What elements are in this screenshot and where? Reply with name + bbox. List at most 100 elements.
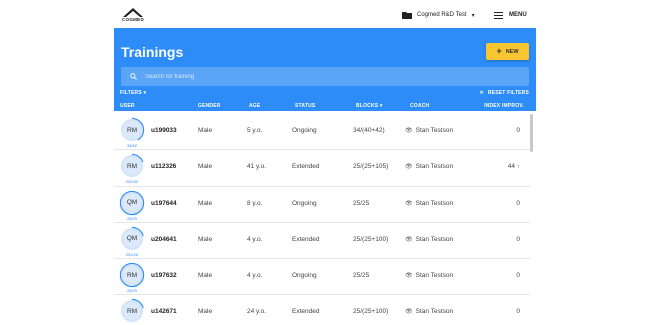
cogmed-logo[interactable]: COGMED <box>118 6 148 24</box>
folder-icon <box>402 11 412 19</box>
plus-icon: + <box>496 46 502 56</box>
gender-cell: Male <box>198 272 213 280</box>
index-improv-cell: 0 <box>516 127 520 134</box>
progress-text: 25/25 <box>126 215 137 221</box>
trainings-table: RM 34/82 u199033 Male 5 y.o. Ongoing 34/… <box>114 114 530 325</box>
gender-cell: Male <box>198 163 213 171</box>
progress-text: 34/82 <box>126 143 137 148</box>
menu-button[interactable]: MENU <box>494 9 527 21</box>
blocks-cell: 25/25 <box>353 272 370 280</box>
coach-name: Stan Testson <box>415 199 454 207</box>
age-cell: 4 y.o. <box>247 272 263 280</box>
avatar: RM <box>121 119 143 141</box>
search-icon <box>130 73 137 80</box>
age-cell: 5 y.o. <box>247 127 263 134</box>
age-cell: 4 y.o. <box>247 235 263 243</box>
reset-filters-label: RESET FILTERS <box>487 90 529 96</box>
eye-icon: 👁 <box>405 128 413 134</box>
eye-icon: 👁 <box>405 273 413 280</box>
column-header-index-improv[interactable]: INDEX IMPROV. <box>484 103 524 109</box>
caret-down-icon: ▾ <box>471 12 475 19</box>
logo-text: COGMED <box>121 17 145 22</box>
hamburger-icon <box>494 11 503 19</box>
status-cell: Extended <box>292 235 320 243</box>
eye-icon: 👁 <box>405 236 413 243</box>
search-input[interactable] <box>145 67 515 86</box>
eye-icon: 👁 <box>405 164 413 171</box>
table-row[interactable]: RM 25/130 u112326 Male 41 y.o. Extended … <box>114 150 530 187</box>
page-title: Trainings <box>121 44 184 60</box>
table-row[interactable]: QM 25/25 u197644 Male 8 y.o. Ongoing 25/… <box>114 187 530 223</box>
coach-cell: 👁 Stan Testson <box>405 163 453 170</box>
table-scrollbar[interactable] <box>530 114 533 152</box>
menu-label: MENU <box>509 12 527 18</box>
org-selector-label: Cogmed R&D Test <box>417 12 467 18</box>
org-selector[interactable]: Cogmed R&D Test ▾ <box>402 9 475 21</box>
table-row[interactable]: RM u142671 Male 24 y.o. Extended 25/(25+… <box>114 295 530 325</box>
progress-text: 25/130 <box>125 179 139 185</box>
column-header-coach[interactable]: COACH <box>410 103 429 109</box>
blocks-cell: 34/(40+42) <box>353 127 385 134</box>
table-row[interactable]: QM 25/125 u204641 Male 4 y.o. Extended 2… <box>114 223 530 260</box>
age-cell: 8 y.o. <box>247 199 263 207</box>
coach-cell: 👁 Stan Testson <box>405 200 453 207</box>
reset-filters-button[interactable]: ✕ RESET FILTERS <box>479 90 529 96</box>
user-id: u142671 <box>151 308 177 316</box>
new-button-label: NEW <box>505 48 519 55</box>
avatar: QM <box>121 227 143 250</box>
table-header: USER GENDER AGE STATUS BLOCKS ▾ COACH IN… <box>114 102 536 111</box>
search-bar <box>121 67 529 86</box>
progress-text: 25/125 <box>125 251 139 257</box>
coach-cell: 👁 Stan Testson <box>405 236 453 243</box>
coach-cell: 👁 Stan Testson <box>405 127 453 134</box>
table-row[interactable]: RM 25/25 u197632 Male 4 y.o. Ongoing 25/… <box>114 259 530 296</box>
coach-name: Stan Testson <box>415 163 454 171</box>
coach-name: Stan Testson <box>415 235 454 243</box>
blocks-cell: 25/(25+100) <box>353 308 389 316</box>
gender-cell: Male <box>198 127 213 134</box>
blocks-cell: 25/(25+105) <box>353 163 389 171</box>
coach-name: Stan Testson <box>415 127 454 134</box>
trainings-panel: Trainings + NEW FILTERS ▾ ✕ RESET FILTER… <box>114 28 536 325</box>
coach-name: Stan Testson <box>415 272 454 280</box>
column-header-status[interactable]: STATUS <box>295 103 315 109</box>
gender-cell: Male <box>198 199 213 207</box>
index-improv-cell: 0 <box>516 199 520 207</box>
user-id: u199033 <box>151 127 177 134</box>
age-cell: 24 y.o. <box>247 308 267 316</box>
index-improv-cell: 0 <box>516 272 520 280</box>
column-header-age[interactable]: AGE <box>249 103 260 109</box>
table-row[interactable]: RM 34/82 u199033 Male 5 y.o. Ongoing 34/… <box>114 114 530 151</box>
filters-toggle[interactable]: FILTERS ▾ <box>120 90 146 96</box>
new-training-button[interactable]: + NEW <box>486 43 529 60</box>
trainings-header: Trainings + NEW FILTERS ▾ ✕ RESET FILTER… <box>114 28 536 111</box>
coach-cell: 👁 Stan Testson <box>405 272 453 279</box>
eye-icon: 👁 <box>405 309 413 316</box>
blocks-cell: 25/25 <box>353 199 370 207</box>
index-improv-cell: 0 <box>516 308 520 316</box>
avatar: QM <box>121 191 143 214</box>
column-header-gender[interactable]: GENDER <box>198 103 221 109</box>
status-cell: Ongoing <box>292 272 317 280</box>
column-header-user[interactable]: USER <box>120 103 135 109</box>
progress-text: 25/25 <box>126 288 137 294</box>
close-icon: ✕ <box>479 90 484 96</box>
user-id: u204641 <box>151 235 177 243</box>
user-id: u112326 <box>151 163 177 171</box>
column-header-blocks[interactable]: BLOCKS ▾ <box>356 103 383 109</box>
coach-name: Stan Testson <box>415 308 454 316</box>
status-cell: Extended <box>292 163 320 171</box>
user-id: u197632 <box>151 272 177 280</box>
coach-cell: 👁 Stan Testson <box>405 308 453 315</box>
gender-cell: Male <box>198 235 213 243</box>
eye-icon: 👁 <box>405 200 413 207</box>
top-bar: COGMED Cogmed R&D Test ▾ MENU <box>0 0 650 28</box>
index-improv-cell: 0 <box>516 235 520 243</box>
index-improv-cell: 44 ↑ <box>507 163 520 171</box>
status-cell: Ongoing <box>292 127 317 134</box>
status-cell: Ongoing <box>292 199 317 207</box>
status-cell: Extended <box>292 308 320 316</box>
age-cell: 41 y.o. <box>247 163 267 171</box>
gender-cell: Male <box>198 308 213 316</box>
user-id: u197644 <box>151 199 177 207</box>
